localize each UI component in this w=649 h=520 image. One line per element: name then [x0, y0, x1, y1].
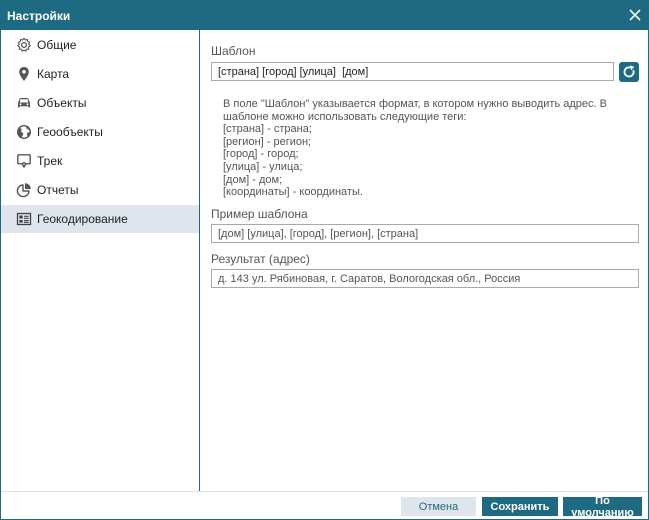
sidebar-item-label: Отчеты	[37, 183, 79, 197]
track-icon	[15, 152, 33, 170]
sidebar-item-label: Геокодирование	[37, 212, 128, 226]
sidebar-item-reports[interactable]: Отчеты	[1, 176, 199, 204]
example-label: Пример шаблона	[211, 207, 308, 221]
sidebar-item-label: Трек	[37, 154, 63, 168]
template-input[interactable]	[211, 62, 614, 81]
sidebar-item-label: Карта	[37, 67, 70, 81]
settings-dialog: Настройки Общие Карта Объекты Геообъекты…	[0, 0, 649, 520]
result-input[interactable]	[211, 269, 639, 288]
cancel-button[interactable]: Отмена	[401, 497, 476, 516]
reset-default-button[interactable]: По умолчанию	[563, 495, 642, 519]
help-line: [дом] - дом;	[223, 173, 283, 186]
help-line: [улица] - улица;	[223, 160, 303, 173]
help-line: В поле "Шаблон" указывается формат, в ко…	[223, 98, 607, 110]
help-line: [координаты] - координаты.	[223, 186, 363, 199]
geocoding-panel: Шаблон В поле "Шаблон" указывается форма…	[201, 30, 648, 491]
globe-icon	[15, 123, 33, 141]
gear-icon	[15, 36, 33, 54]
help-line: [город] - город;	[223, 148, 299, 161]
sidebar-item-geoobjects[interactable]: Геообъекты	[1, 118, 199, 146]
map-pin-icon	[15, 65, 33, 83]
sidebar-item-label: Геообъекты	[37, 125, 103, 139]
template-label: Шаблон	[211, 44, 256, 58]
sidebar-item-map[interactable]: Карта	[1, 60, 199, 88]
refresh-button[interactable]	[619, 62, 639, 82]
sidebar-item-track[interactable]: Трек	[1, 147, 199, 175]
result-label: Результат (адрес)	[211, 252, 310, 266]
sidebar-item-label: Объекты	[37, 96, 87, 110]
pie-chart-icon	[15, 181, 33, 199]
close-icon[interactable]	[628, 8, 642, 22]
save-button[interactable]: Сохранить	[482, 497, 558, 516]
address-card-icon	[15, 210, 33, 228]
help-line: шаблоне можно использовать следующие тег…	[223, 110, 467, 123]
sidebar-item-geocoding[interactable]: Геокодирование	[1, 205, 199, 233]
title-bar: Настройки	[1, 1, 648, 30]
sidebar-item-label: Общие	[37, 38, 77, 52]
sidebar-item-objects[interactable]: Объекты	[1, 89, 199, 117]
car-icon	[15, 94, 33, 112]
dialog-title: Настройки	[7, 9, 71, 23]
help-line: [регион] - регион;	[223, 135, 312, 148]
example-input[interactable]	[211, 224, 639, 243]
settings-sidebar: Общие Карта Объекты Геообъекты Трек Отче…	[1, 30, 200, 491]
sidebar-item-general[interactable]: Общие	[1, 31, 199, 59]
refresh-icon	[623, 65, 635, 78]
dialog-footer: Отмена Сохранить По умолчанию	[1, 491, 648, 519]
template-help-text: В поле "Шаблон" указывается формат, в ко…	[223, 98, 633, 199]
help-line: [страна] - страна;	[223, 123, 312, 136]
